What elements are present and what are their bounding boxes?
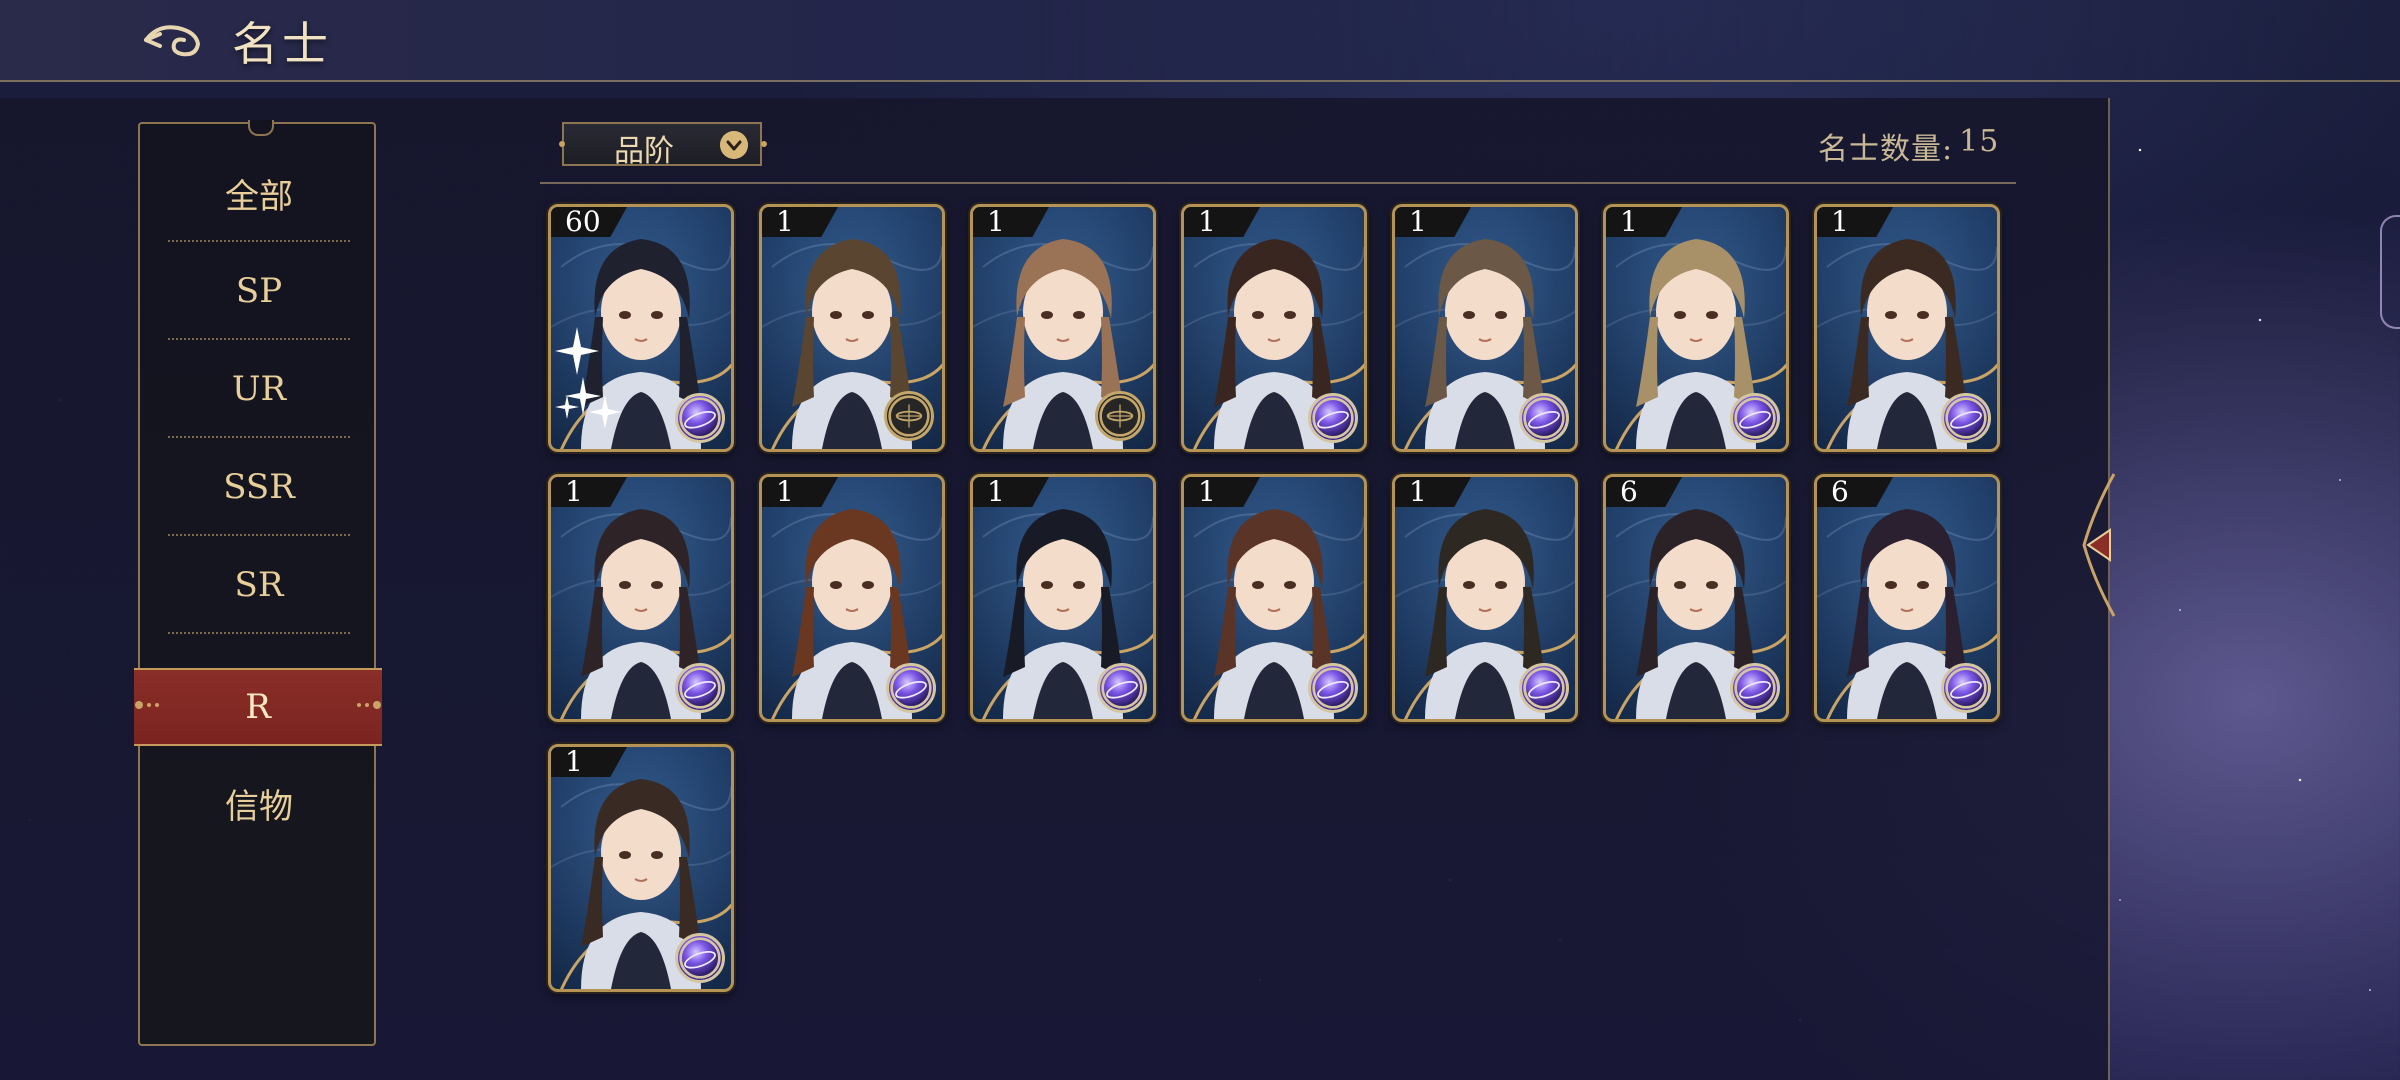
- hero-card[interactable]: 1: [759, 204, 945, 452]
- hero-card[interactable]: 1: [1603, 204, 1789, 452]
- sidebar-item-r[interactable]: R: [134, 668, 382, 746]
- element-orb-icon: [886, 663, 936, 713]
- hero-card[interactable]: 1: [1392, 474, 1578, 722]
- ornament-icon: [559, 141, 565, 147]
- hero-level: 6: [1620, 475, 1638, 508]
- sidebar-item-label: 信物: [225, 786, 293, 827]
- hero-card[interactable]: 6: [1603, 474, 1789, 722]
- hero-level: 1: [987, 205, 1005, 238]
- element-orb-icon: [1308, 663, 1358, 713]
- sidebar-item-ur[interactable]: UR: [140, 340, 378, 438]
- ornament-left-icon: [135, 701, 159, 709]
- hero-count-label: 名士数量:: [1818, 132, 1954, 167]
- hero-level: 1: [1409, 475, 1427, 508]
- element-orb-icon: [675, 393, 725, 443]
- element-orb-icon: [1730, 393, 1780, 443]
- side-edge-tab[interactable]: [2380, 215, 2400, 329]
- sidebar-item-sr[interactable]: SR: [140, 536, 378, 634]
- element-orb-icon: [1941, 393, 1991, 443]
- header-divider: [540, 182, 2016, 184]
- hero-level: 1: [1409, 205, 1427, 238]
- hero-level: 1: [1620, 205, 1638, 238]
- rank-filter-dropdown[interactable]: 品阶: [559, 122, 767, 169]
- hero-level: 1: [565, 745, 583, 778]
- divider: [168, 632, 350, 634]
- hero-card[interactable]: 60: [548, 204, 734, 452]
- page-title: 名士: [232, 17, 332, 71]
- ornament-icon: [761, 141, 767, 147]
- sidebar-item-all[interactable]: 全部: [140, 144, 378, 242]
- category-sidebar: 全部 SP UR SSR SR R 信物: [134, 120, 382, 1046]
- hero-level: 1: [1198, 475, 1216, 508]
- sidebar-item-label: SR: [234, 565, 284, 605]
- hero-level: 1: [776, 475, 794, 508]
- hero-card[interactable]: 1: [970, 474, 1156, 722]
- hero-level: 1: [776, 205, 794, 238]
- hero-card[interactable]: 1: [1392, 204, 1578, 452]
- hero-count-value: 15: [1959, 124, 2000, 159]
- sidebar-item-label: 全部: [225, 176, 293, 217]
- hero-card[interactable]: 1: [548, 744, 734, 992]
- sidebar-notch: [248, 120, 274, 136]
- hero-card[interactable]: 6: [1814, 474, 2000, 722]
- sidebar-item-label: SP: [235, 271, 283, 311]
- sidebar-item-sp[interactable]: SP: [140, 242, 378, 340]
- hero-card[interactable]: 1: [759, 474, 945, 722]
- hero-count: 名士数量: 15: [1818, 124, 1999, 168]
- element-orb-icon: [1097, 663, 1147, 713]
- hero-card[interactable]: 1: [1181, 474, 1367, 722]
- hero-card[interactable]: 1: [970, 204, 1156, 452]
- hero-level: 1: [565, 475, 583, 508]
- sidebar-item-label: UR: [231, 369, 287, 409]
- collapse-arrow-icon[interactable]: [2074, 470, 2118, 620]
- element-orb-icon: [1519, 393, 1569, 443]
- filter-label: 品阶: [614, 134, 674, 169]
- compass-badge-icon: [884, 391, 934, 441]
- hero-card[interactable]: 1: [548, 474, 734, 722]
- hero-level: 1: [1831, 205, 1849, 238]
- hero-level: 60: [565, 205, 601, 238]
- element-orb-icon: [1941, 663, 1991, 713]
- sparkle-stars-icon: [555, 327, 621, 429]
- hero-level: 6: [1831, 475, 1849, 508]
- sidebar-item-label: R: [245, 687, 271, 727]
- back-swirl-icon[interactable]: [138, 14, 218, 64]
- chevron-down-icon: [720, 131, 748, 159]
- top-bar: 名士: [0, 0, 2400, 82]
- hero-card[interactable]: 1: [1814, 204, 2000, 452]
- element-orb-icon: [1519, 663, 1569, 713]
- sidebar-item-tokens[interactable]: 信物: [140, 754, 378, 852]
- element-orb-icon: [1730, 663, 1780, 713]
- ornament-right-icon: [357, 701, 381, 709]
- element-orb-icon: [675, 663, 725, 713]
- hero-level: 1: [987, 475, 1005, 508]
- compass-badge-icon: [1095, 391, 1145, 441]
- element-orb-icon: [1308, 393, 1358, 443]
- hero-card[interactable]: 1: [1181, 204, 1367, 452]
- element-orb-icon: [675, 933, 725, 983]
- sidebar-item-label: SSR: [223, 467, 295, 507]
- sidebar-item-ssr[interactable]: SSR: [140, 438, 378, 536]
- hero-level: 1: [1198, 205, 1216, 238]
